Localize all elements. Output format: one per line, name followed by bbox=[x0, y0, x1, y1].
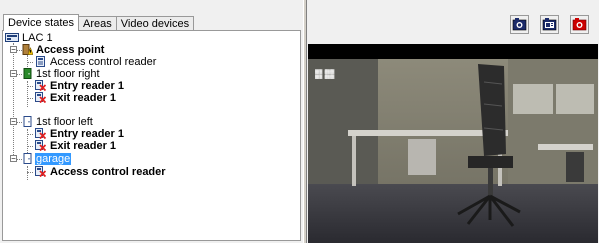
tree-node-1st-floor-left[interactable]: − 1st floor left bbox=[9, 116, 209, 128]
tree-leaf-label: Entry reader 1 bbox=[50, 80, 124, 92]
tree-leaf-exit-reader[interactable]: Exit reader 1 bbox=[27, 92, 227, 104]
tab-areas[interactable]: Areas bbox=[78, 16, 117, 31]
tree-node-access-point[interactable]: − Access point bbox=[9, 44, 209, 56]
tree-leaf-label: Access control reader bbox=[50, 56, 157, 68]
tab-device-states[interactable]: Device states bbox=[3, 14, 80, 31]
reader-error-icon bbox=[35, 140, 46, 151]
camera-feed-image bbox=[308, 44, 598, 243]
live-button[interactable] bbox=[570, 15, 589, 34]
reader-icon bbox=[36, 56, 45, 67]
tree-node-label: garage bbox=[35, 153, 72, 165]
tree-line bbox=[13, 43, 14, 159]
tree-leaf-label: Access control reader bbox=[50, 166, 166, 178]
camera-snapshot-icon bbox=[512, 18, 527, 31]
collapse-toggle[interactable]: − bbox=[10, 155, 17, 163]
tree-leaf-entry-reader[interactable]: Entry reader 1 bbox=[27, 128, 227, 140]
tree-node-label: 1st floor left bbox=[36, 116, 93, 128]
tree-leaf-entry-reader[interactable]: Entry reader 1 bbox=[27, 80, 227, 92]
controller-icon bbox=[5, 33, 19, 42]
video-overlay-text: ▓▓▓ ▓▓▓▓ ▓▓▓ ▓▓▓▓ bbox=[315, 69, 335, 79]
collapse-toggle[interactable]: − bbox=[10, 46, 17, 54]
reader-error-icon bbox=[35, 128, 46, 139]
collapse-toggle[interactable]: − bbox=[10, 70, 17, 78]
tree-node-label: Access point bbox=[36, 44, 105, 56]
tree-leaf-access-control-reader[interactable]: Access control reader bbox=[27, 166, 247, 178]
video-view[interactable]: ▓▓▓ ▓▓▓▓ ▓▓▓ ▓▓▓▓ bbox=[308, 44, 598, 243]
green-door-icon bbox=[23, 68, 32, 79]
reader-error-icon bbox=[35, 80, 46, 91]
tree-leaf-access-control-reader[interactable]: Access control reader bbox=[27, 56, 227, 68]
right-pane: ▓▓▓ ▓▓▓▓ ▓▓▓ ▓▓▓▓ bbox=[307, 0, 599, 243]
snapshot-button[interactable] bbox=[510, 15, 529, 34]
warning-door-icon bbox=[22, 44, 33, 55]
reader-error-icon bbox=[35, 166, 46, 177]
door-icon bbox=[23, 116, 32, 127]
camera-red-icon bbox=[572, 18, 587, 31]
tree-node-label: 1st floor right bbox=[36, 68, 100, 80]
collapse-toggle[interactable]: − bbox=[10, 118, 17, 126]
record-button[interactable] bbox=[540, 15, 559, 34]
tree-node-1st-floor-right[interactable]: − 1st floor right bbox=[9, 68, 209, 80]
tree-leaf-label: Exit reader 1 bbox=[50, 140, 117, 152]
tree-leaf-label: Entry reader 1 bbox=[50, 128, 124, 140]
tab-video-devices[interactable]: Video devices bbox=[115, 16, 195, 31]
tree-node-garage[interactable]: − garage bbox=[9, 153, 209, 165]
reader-error-icon bbox=[35, 92, 46, 103]
tree-leaf-label: Exit reader 1 bbox=[50, 92, 117, 104]
camera-record-icon bbox=[542, 18, 557, 31]
tab-bar: Device states Areas Video devices bbox=[3, 14, 195, 31]
tree-root-label: LAC 1 bbox=[22, 32, 53, 44]
left-pane: Device states Areas Video devices LAC 1 … bbox=[0, 0, 303, 243]
door-icon bbox=[23, 153, 32, 164]
device-tree[interactable]: LAC 1 − Access point Access control read… bbox=[2, 30, 301, 241]
tree-leaf-exit-reader[interactable]: Exit reader 1 bbox=[27, 140, 227, 152]
